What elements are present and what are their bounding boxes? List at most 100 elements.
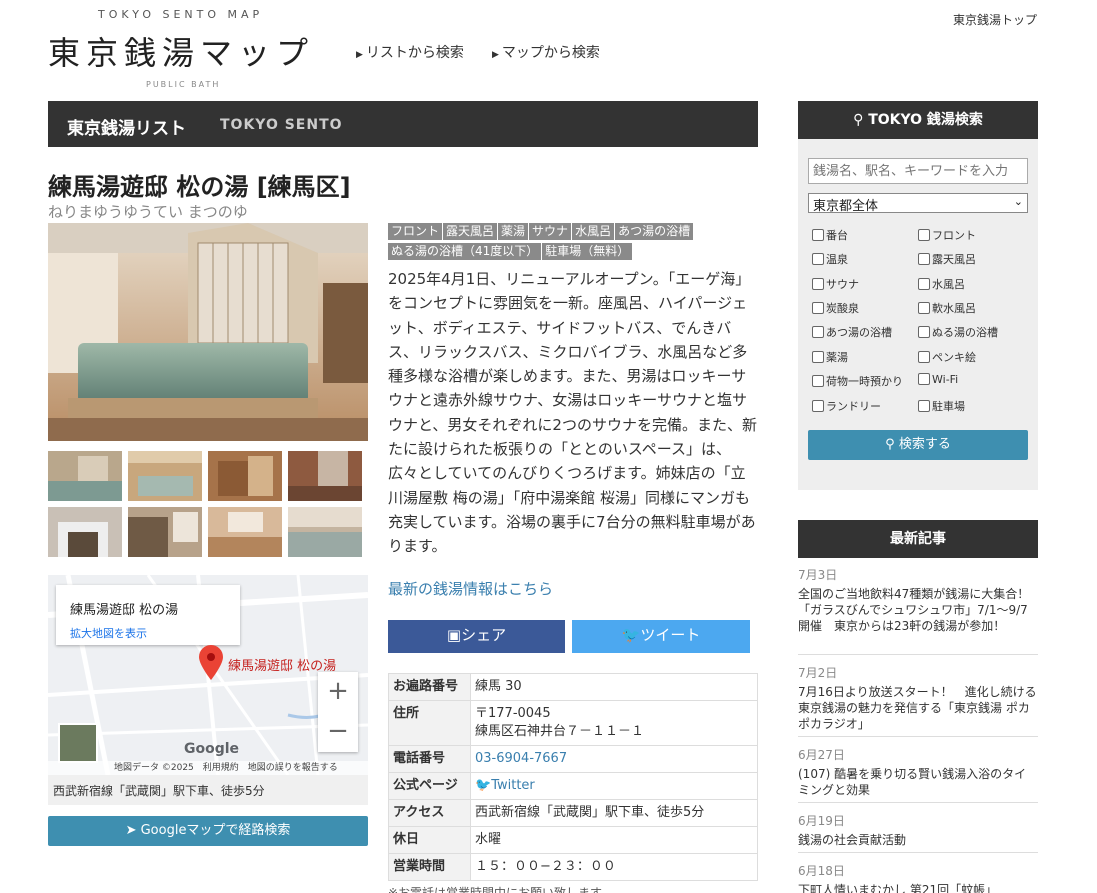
filter-soft-water[interactable]: 軟水風呂	[918, 300, 976, 316]
divider	[798, 736, 1038, 737]
checkbox[interactable]	[812, 400, 824, 412]
google-logo: Google	[184, 741, 240, 757]
filter-front[interactable]: フロント	[918, 227, 976, 243]
twitter-icon: 🐦	[621, 626, 641, 644]
address-zip: 〒177-0045	[475, 706, 551, 721]
google-map[interactable]: 練馬湯遊邸 松の湯 拡大地図を表示 練馬湯遊邸 松の湯 + − Google 地…	[48, 575, 368, 775]
article-item[interactable]: 7月3日 全国のご当地飲料47種類が銭湯に大集合！ 「ガラスびんでシュワシュワ市…	[798, 566, 1041, 634]
article-title[interactable]: 全国のご当地飲料47種類が銭湯に大集合！ 「ガラスびんでシュワシュワ市」7/1〜…	[798, 586, 1041, 634]
checkbox[interactable]	[918, 253, 930, 265]
search-submit-button[interactable]: ⚲ 検索する	[808, 430, 1028, 460]
filter-onsen[interactable]: 温泉	[812, 251, 848, 267]
share-label: シェア	[461, 626, 507, 644]
map-zoom-control: + −	[318, 672, 358, 752]
section-title: 東京銭湯リスト	[67, 119, 186, 139]
satellite-toggle[interactable]	[58, 723, 98, 763]
phone-link[interactable]: 03-6904-7667	[475, 751, 567, 766]
article-title[interactable]: 銭湯の社会貢献活動	[798, 832, 1038, 848]
route-button-label: Googleマップで経路検索	[140, 823, 291, 838]
filter-hot-bath[interactable]: あつ湯の浴槽	[812, 324, 892, 340]
filter-carbonated[interactable]: 炭酸泉	[812, 300, 859, 316]
filter-wifi[interactable]: Wi-Fi	[918, 373, 958, 386]
tag-herbal-bath: 薬湯	[498, 223, 529, 240]
article-date: 6月19日	[798, 814, 845, 828]
zoom-in-button[interactable]: +	[318, 672, 358, 712]
thumbnail[interactable]	[48, 451, 122, 501]
thumbnail[interactable]	[208, 507, 282, 557]
filter-paint[interactable]: ペンキ絵	[918, 349, 976, 365]
divider	[798, 852, 1038, 853]
filter-bandai[interactable]: 番台	[812, 227, 848, 243]
checkbox[interactable]	[918, 400, 930, 412]
filter-parking[interactable]: 駐車場	[918, 398, 965, 414]
article-item[interactable]: 6月27日 (107) 酷暑を乗り切る賢い銭湯入浴のタイミングと効果	[798, 746, 1038, 798]
checkbox[interactable]	[918, 278, 930, 290]
facebook-share-button[interactable]: ▣シェア	[388, 620, 565, 653]
twitter-label: Twitter	[491, 778, 535, 793]
main-photo[interactable]	[48, 223, 368, 441]
zoom-out-button[interactable]: −	[318, 712, 358, 752]
map-card-title: 練馬湯遊邸 松の湯	[70, 603, 179, 618]
hours-value: １５：００−２３：００	[470, 853, 758, 881]
checkbox[interactable]	[812, 302, 824, 314]
table-row: 公式ページ 🐦Twitter	[388, 772, 758, 800]
tag-sauna: サウナ	[529, 223, 572, 240]
hours-label: 営業時間	[388, 853, 471, 881]
search-input[interactable]	[808, 158, 1028, 184]
article-item[interactable]: 6月19日 銭湯の社会貢献活動	[798, 812, 1038, 848]
checkbox[interactable]	[812, 375, 824, 387]
home-link[interactable]: 東京銭湯トップ	[953, 11, 1037, 28]
table-row: 休日 水曜	[388, 826, 758, 854]
enlarge-map-link[interactable]: 拡大地図を表示	[70, 625, 147, 641]
article-item[interactable]: 6月18日 下町人情いまむかし 第21回「蚊帳」	[798, 862, 1038, 893]
checkbox[interactable]	[918, 373, 930, 385]
thumbnail[interactable]	[128, 507, 202, 557]
filter-cold[interactable]: 水風呂	[918, 276, 965, 292]
article-item[interactable]: 7月2日 7月16日より放送スタート！ 進化し続ける東京銭湯の魅力を発信する「東…	[798, 664, 1038, 732]
section-header: 東京銭湯リスト TOKYO SENTO	[48, 101, 758, 147]
checkbox[interactable]	[918, 229, 930, 241]
nav-map-search[interactable]: ▶ マップから検索	[492, 42, 600, 62]
map-pin-icon[interactable]	[198, 645, 224, 681]
route-no-value: 練馬 30	[470, 673, 758, 701]
map-footer: 地図データ ©2025 利用規約 地図の誤りを報告する	[48, 761, 368, 775]
site-logo[interactable]: 東京銭湯マップ	[48, 28, 314, 74]
table-row: アクセス 西武新宿線「武蔵関」駅下車、徒歩5分	[388, 799, 758, 827]
checkbox[interactable]	[812, 253, 824, 265]
route-no-label: お遍路番号	[388, 673, 471, 701]
tag-front: フロント	[388, 223, 443, 240]
article-title[interactable]: (107) 酷暑を乗り切る賢い銭湯入浴のタイミングと効果	[798, 766, 1038, 798]
thumbnail[interactable]	[208, 451, 282, 501]
sidebar-search-title: TOKYO 銭湯検索	[868, 112, 983, 128]
thumbnail[interactable]	[128, 451, 202, 501]
article-title[interactable]: 7月16日より放送スタート！ 進化し続ける東京銭湯の魅力を発信する「東京銭湯 ポ…	[798, 684, 1038, 732]
filter-outdoor[interactable]: 露天風呂	[918, 251, 976, 267]
article-title[interactable]: 下町人情いまむかし 第21回「蚊帳」	[798, 882, 1038, 893]
thumbnail[interactable]	[288, 507, 362, 557]
checkbox[interactable]	[812, 229, 824, 241]
latest-info-link[interactable]: 最新の銭湯情報はこちら	[388, 578, 553, 599]
nav-list-search[interactable]: ▶ リストから検索	[356, 42, 464, 62]
filter-luggage[interactable]: 荷物一時預かり	[812, 373, 903, 389]
access-value: 西武新宿線「武蔵関」駅下車、徒歩5分	[470, 799, 758, 827]
checkbox[interactable]	[812, 278, 824, 290]
thumbnail[interactable]	[48, 507, 122, 557]
checkbox[interactable]	[918, 326, 930, 338]
filter-laundry[interactable]: ランドリー	[812, 398, 881, 414]
holiday-label: 休日	[388, 826, 471, 854]
access-label: アクセス	[388, 799, 471, 827]
checkbox[interactable]	[918, 351, 930, 363]
filter-lukewarm[interactable]: ぬる湯の浴槽	[918, 324, 998, 340]
twitter-tweet-button[interactable]: 🐦ツイート	[572, 620, 750, 653]
route-search-button[interactable]: ➤ Googleマップで経路検索	[48, 816, 368, 846]
checkbox[interactable]	[812, 326, 824, 338]
logo-subtitle: PUBLIC BATH	[146, 80, 221, 89]
filter-herbal[interactable]: 薬湯	[812, 349, 848, 365]
checkbox[interactable]	[918, 302, 930, 314]
checkbox[interactable]	[812, 351, 824, 363]
area-select[interactable]: 東京都全体 ⌄	[808, 193, 1028, 214]
filter-sauna[interactable]: サウナ	[812, 276, 859, 292]
chevron-down-icon: ⌄	[1013, 195, 1023, 208]
twitter-link[interactable]: 🐦Twitter	[475, 778, 535, 793]
thumbnail[interactable]	[288, 451, 362, 501]
